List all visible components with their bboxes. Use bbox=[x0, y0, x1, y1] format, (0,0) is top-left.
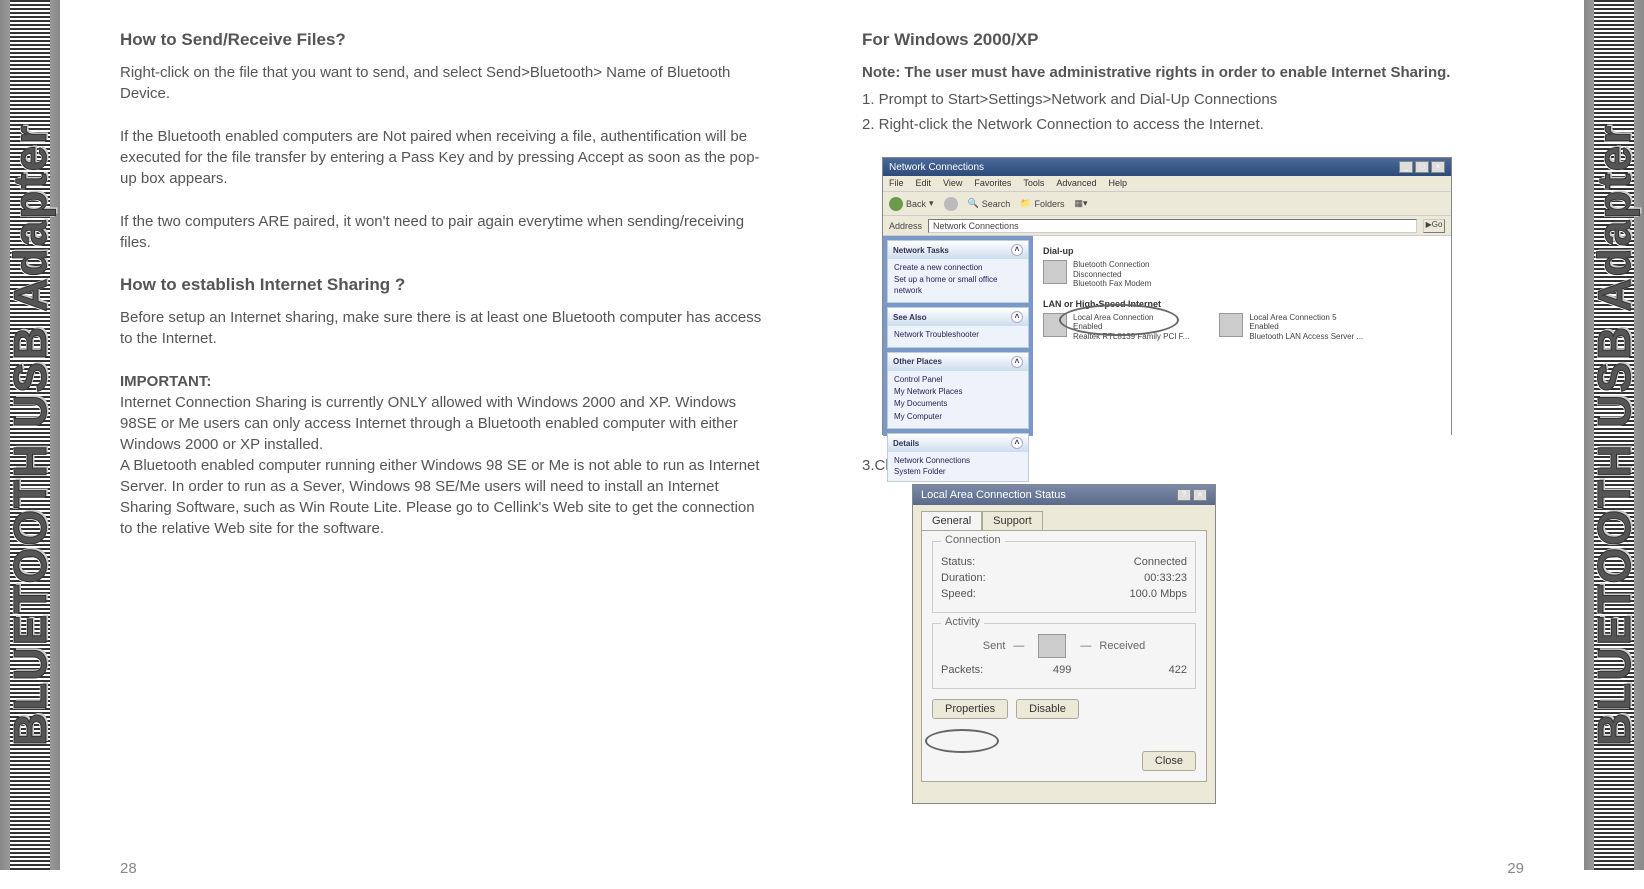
step-2: 2. Right-click the Network Connection to… bbox=[862, 114, 1524, 135]
para-6: A Bluetooth enabled computer running eit… bbox=[120, 455, 762, 539]
connection-icon bbox=[1043, 260, 1067, 284]
note-text: Note: The user must have administrative … bbox=[862, 62, 1524, 83]
packets-sent: 499 bbox=[1053, 664, 1071, 676]
received-label: Received bbox=[1099, 640, 1145, 652]
page-right: For Windows 2000/XP Note: The user must … bbox=[822, 0, 1644, 889]
maximize-button[interactable]: □ bbox=[1415, 161, 1429, 173]
connection-icon bbox=[1043, 313, 1067, 337]
go-button[interactable]: ▶Go bbox=[1423, 219, 1445, 233]
task-setup-network[interactable]: Set up a home or small office network bbox=[894, 275, 1022, 296]
connection-lan-1[interactable]: Local Area Connection Enabled Realtek RT… bbox=[1043, 313, 1189, 342]
screenshot-connection-status: Local Area Connection Status ? × General… bbox=[912, 484, 1216, 804]
sent-label: Sent bbox=[983, 640, 1006, 652]
tasks-sidebar: Network Tasks ˄ Create a new connection S… bbox=[883, 236, 1033, 436]
panel-network-tasks: Network Tasks bbox=[893, 246, 949, 255]
forward-icon bbox=[944, 197, 958, 211]
window-title: Network Connections bbox=[889, 162, 984, 173]
side-label-text: BLUETOOTH USB Adapter bbox=[1587, 124, 1641, 746]
para-5: Internet Connection Sharing is currently… bbox=[120, 392, 762, 455]
menu-favorites[interactable]: Favorites bbox=[974, 178, 1011, 189]
panel-other-places: Other Places bbox=[893, 357, 942, 366]
connections-pane: Dial-up Bluetooth Connection Disconnecte… bbox=[1033, 236, 1451, 436]
connection-bluetooth[interactable]: Bluetooth Connection Disconnected Blueto… bbox=[1043, 260, 1151, 289]
address-label: Address bbox=[889, 221, 922, 231]
chevron-icon[interactable]: ˄ bbox=[1011, 437, 1023, 449]
menu-help[interactable]: Help bbox=[1108, 178, 1127, 189]
search-button[interactable]: 🔍 Search bbox=[968, 198, 1011, 209]
close-button[interactable]: × bbox=[1193, 489, 1207, 501]
task-troubleshooter[interactable]: Network Troubleshooter bbox=[894, 330, 1022, 340]
group-connection: Connection bbox=[941, 534, 1005, 546]
page-number-left: 28 bbox=[120, 860, 137, 877]
task-create-connection[interactable]: Create a new connection bbox=[894, 263, 1022, 273]
connection-icon bbox=[1219, 313, 1243, 337]
duration-value: 00:33:23 bbox=[1144, 572, 1187, 584]
menu-bar: File Edit View Favorites Tools Advanced … bbox=[883, 176, 1451, 192]
tab-general[interactable]: General bbox=[921, 511, 982, 530]
disable-button[interactable]: Disable bbox=[1016, 699, 1079, 719]
screenshot-network-connections: Network Connections _ □ × File Edit View… bbox=[882, 157, 1452, 435]
close-dialog-button[interactable]: Close bbox=[1142, 751, 1196, 771]
packets-label: Packets: bbox=[941, 664, 983, 676]
para-2: If the Bluetooth enabled computers are N… bbox=[120, 126, 762, 189]
menu-advanced[interactable]: Advanced bbox=[1056, 178, 1096, 189]
status-value: Connected bbox=[1134, 556, 1187, 568]
page-number-right: 29 bbox=[1507, 860, 1524, 877]
forward-button[interactable] bbox=[944, 197, 958, 211]
chevron-icon[interactable]: ˄ bbox=[1011, 311, 1023, 323]
back-button[interactable]: Back ▾ bbox=[889, 197, 934, 211]
speed-label: Speed: bbox=[941, 588, 976, 600]
heading-internet-sharing: How to establish Internet Sharing ? bbox=[120, 275, 762, 295]
status-titlebar: Local Area Connection Status ? × bbox=[913, 485, 1215, 505]
important-label: IMPORTANT: bbox=[120, 371, 762, 392]
computer-icon bbox=[1038, 634, 1066, 658]
connection-lan-5[interactable]: Local Area Connection 5 Enabled Bluetoot… bbox=[1219, 313, 1363, 342]
place-control-panel[interactable]: Control Panel bbox=[894, 375, 1022, 385]
tab-support[interactable]: Support bbox=[982, 511, 1043, 530]
panel-details: Details bbox=[893, 439, 919, 448]
speed-value: 100.0 Mbps bbox=[1130, 588, 1187, 600]
binding-right: BLUETOOTH USB Adapter bbox=[1584, 0, 1644, 870]
status-label: Status: bbox=[941, 556, 975, 568]
heading-send-receive: How to Send/Receive Files? bbox=[120, 30, 762, 50]
menu-edit[interactable]: Edit bbox=[916, 178, 932, 189]
window-titlebar: Network Connections _ □ × bbox=[883, 158, 1451, 176]
panel-see-also: See Also bbox=[893, 313, 927, 322]
chevron-icon[interactable]: ˄ bbox=[1011, 356, 1023, 368]
place-computer[interactable]: My Computer bbox=[894, 412, 1022, 422]
group-dialup: Dial-up bbox=[1043, 246, 1441, 256]
help-button[interactable]: ? bbox=[1177, 489, 1191, 501]
status-title: Local Area Connection Status bbox=[921, 489, 1066, 501]
para-1: Right-click on the file that you want to… bbox=[120, 62, 762, 104]
place-network-places[interactable]: My Network Places bbox=[894, 387, 1022, 397]
para-4: Before setup an Internet sharing, make s… bbox=[120, 307, 762, 349]
duration-label: Duration: bbox=[941, 572, 986, 584]
place-documents[interactable]: My Documents bbox=[894, 399, 1022, 409]
folders-button[interactable]: 📁 Folders bbox=[1020, 198, 1064, 209]
group-lan: LAN or High-Speed Internet bbox=[1043, 299, 1441, 309]
chevron-icon[interactable]: ˄ bbox=[1011, 244, 1023, 256]
address-field[interactable]: Network Connections bbox=[928, 219, 1417, 233]
minimize-button[interactable]: _ bbox=[1399, 161, 1413, 173]
packets-received: 422 bbox=[1169, 664, 1187, 676]
close-button[interactable]: × bbox=[1431, 161, 1445, 173]
menu-view[interactable]: View bbox=[943, 178, 962, 189]
page-left: How to Send/Receive Files? Right-click o… bbox=[0, 0, 822, 889]
details-text: Network Connections System Folder bbox=[888, 452, 1028, 481]
back-icon bbox=[889, 197, 903, 211]
menu-tools[interactable]: Tools bbox=[1023, 178, 1044, 189]
properties-button[interactable]: Properties bbox=[932, 699, 1008, 719]
views-button[interactable]: ▦▾ bbox=[1075, 198, 1088, 209]
address-bar: Address Network Connections ▶Go bbox=[883, 216, 1451, 236]
heading-windows-xp: For Windows 2000/XP bbox=[862, 30, 1524, 50]
step-1: 1. Prompt to Start>Settings>Network and … bbox=[862, 89, 1524, 110]
para-3: If the two computers ARE paired, it won'… bbox=[120, 211, 762, 253]
toolbar: Back ▾ 🔍 Search 📁 Folders ▦▾ bbox=[883, 192, 1451, 216]
group-activity: Activity bbox=[941, 616, 984, 628]
menu-file[interactable]: File bbox=[889, 178, 904, 189]
